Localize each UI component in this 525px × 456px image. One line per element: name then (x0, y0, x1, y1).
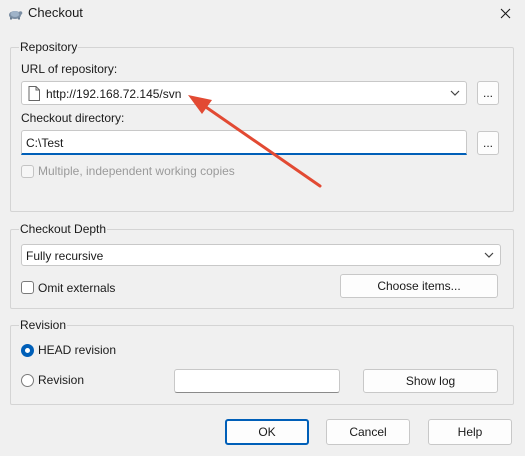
checkout-dialog: Checkout Repository URL of repository: h… (0, 0, 525, 456)
annotation-arrow-icon (188, 95, 322, 188)
